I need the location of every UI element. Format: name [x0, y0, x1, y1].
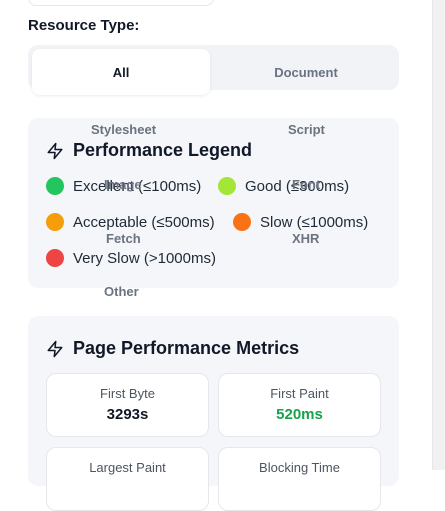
metric-label: Largest Paint: [89, 460, 166, 475]
resource-type-label: Resource Type:: [28, 17, 140, 34]
page-performance-metrics-card: Page Performance Metrics First Byte 3293…: [28, 316, 399, 511]
legend-label: Slow (≤1000ms): [260, 213, 369, 231]
metric-value: 520ms: [276, 406, 323, 423]
tab-stylesheet[interactable]: Stylesheet: [91, 122, 156, 137]
legend-item-good: Good (≤300ms): [218, 177, 349, 195]
metrics-heading: Page Performance Metrics: [46, 338, 299, 359]
tab-script[interactable]: Script: [288, 122, 325, 137]
scrollbar[interactable]: [432, 0, 445, 470]
tab-other[interactable]: Other: [104, 284, 139, 299]
legend-dot-very-slow: [46, 249, 64, 267]
legend-item-very-slow: Very Slow (>1000ms): [46, 249, 216, 267]
page: Resource Type: All Document Stylesheet S…: [0, 0, 433, 511]
metric-label: First Byte: [100, 386, 155, 401]
legend-title: Performance Legend: [73, 140, 253, 160]
legend-item-slow: Slow (≤1000ms): [233, 213, 368, 231]
metric-blocking-time: Blocking Time: [218, 447, 381, 511]
legend-dot-good: [218, 177, 236, 195]
tab-fetch[interactable]: Fetch: [106, 231, 141, 246]
previous-control[interactable]: [28, 0, 214, 6]
legend-heading: Performance Legend: [46, 140, 252, 161]
tab-xhr[interactable]: XHR: [292, 231, 319, 246]
metric-first-byte: First Byte 3293s: [46, 373, 209, 437]
tab-all[interactable]: All: [32, 49, 210, 95]
metric-value: 3293s: [106, 406, 149, 423]
metric-label: First Paint: [270, 386, 329, 401]
metrics-title: Page Performance Metrics: [73, 338, 300, 358]
legend-label: Very Slow (>1000ms): [73, 249, 216, 267]
metric-label: Blocking Time: [259, 460, 340, 475]
lightning-icon: [47, 340, 63, 357]
legend-dot-acceptable: [46, 213, 64, 231]
metric-first-paint: First Paint 520ms: [218, 373, 381, 437]
legend-dot-slow: [233, 213, 251, 231]
performance-legend-card: Performance Legend Excellent (≤100ms) Go…: [28, 118, 399, 288]
legend-label: Acceptable (≤500ms): [73, 213, 215, 231]
tab-font[interactable]: Font: [292, 177, 320, 192]
legend-dot-excellent: [46, 177, 64, 195]
resource-type-tabs: All Document: [28, 45, 399, 95]
tab-image[interactable]: Image: [104, 177, 142, 192]
legend-item-acceptable: Acceptable (≤500ms): [46, 213, 215, 231]
tab-document[interactable]: Document: [217, 49, 395, 95]
metric-largest-paint: Largest Paint: [46, 447, 209, 511]
lightning-icon: [47, 142, 63, 159]
